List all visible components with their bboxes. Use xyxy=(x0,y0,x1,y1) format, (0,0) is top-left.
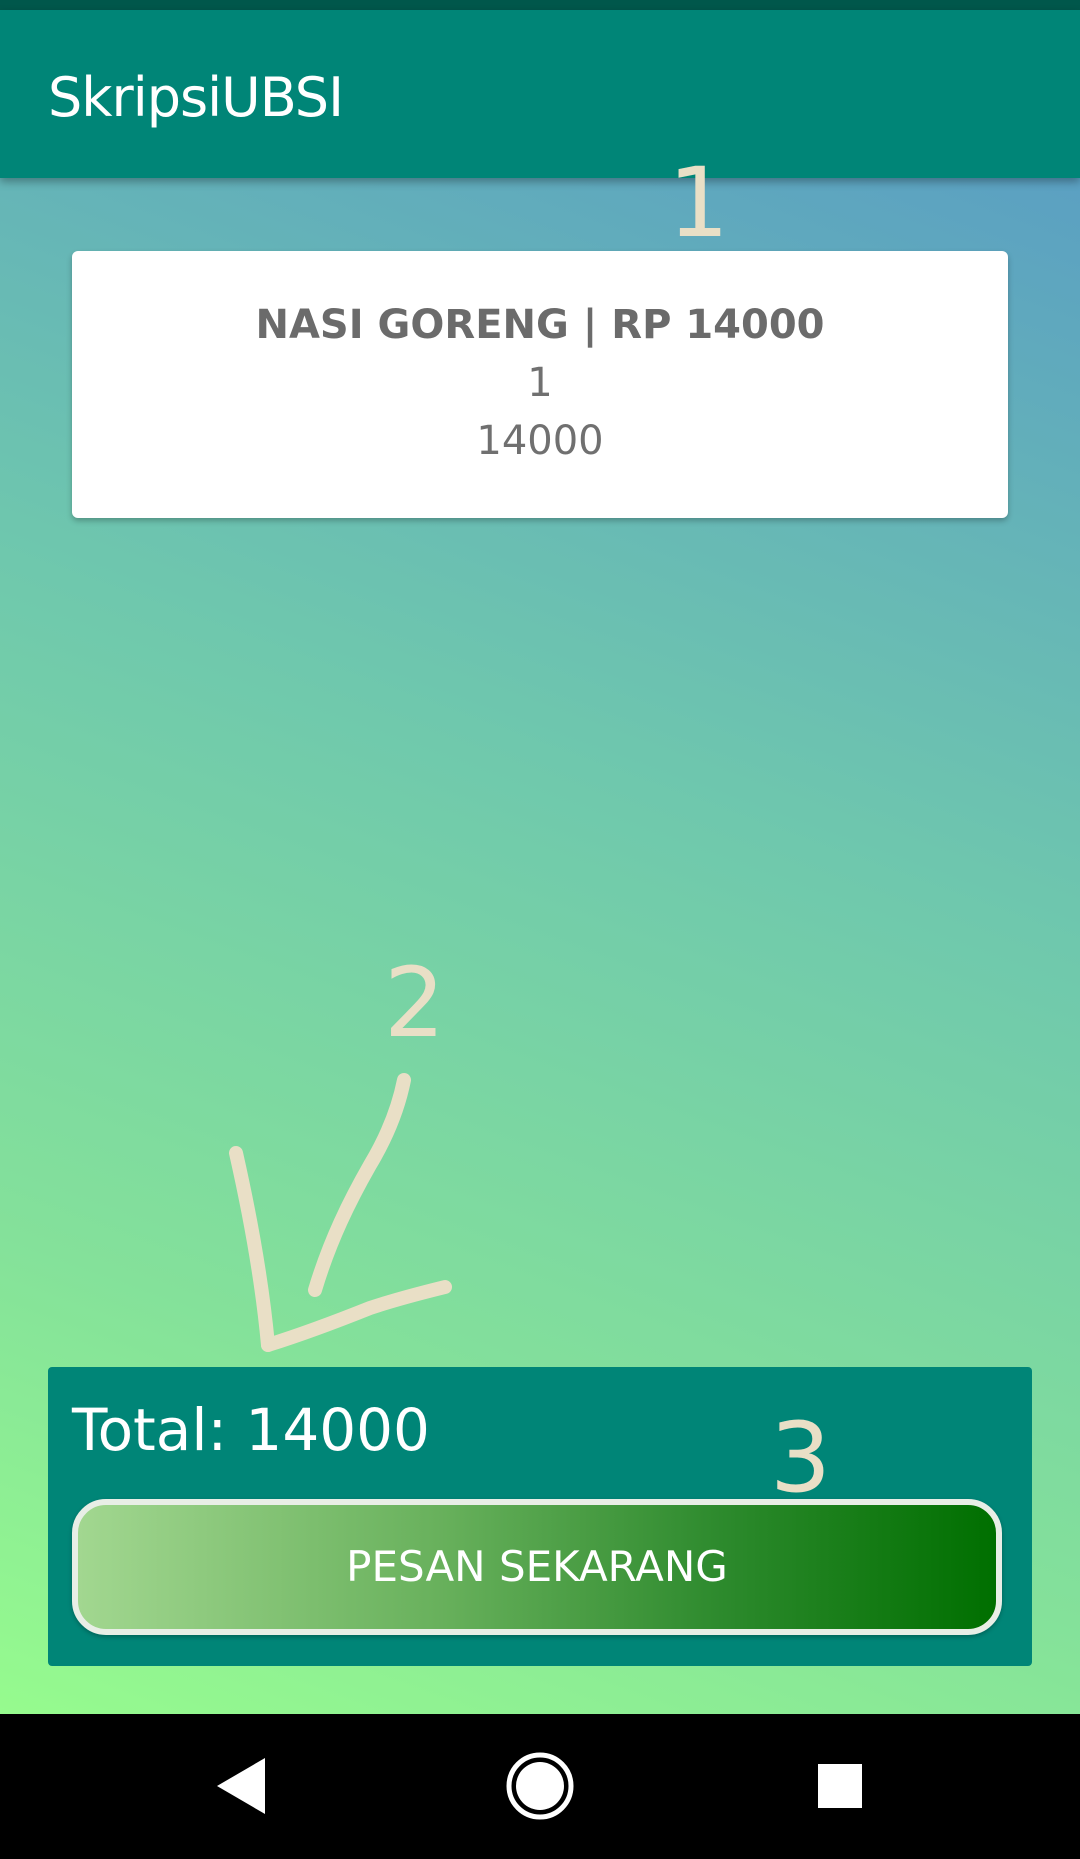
phone-screen: SkripsiUBSI NASI GORENG | RP 14000 1 140… xyxy=(0,0,1080,1859)
item-name: NASI GORENG | RP 14000 xyxy=(255,302,825,348)
app-title: SkripsiUBSI xyxy=(48,66,344,129)
recents-icon[interactable] xyxy=(770,1714,910,1859)
back-icon[interactable] xyxy=(172,1714,312,1859)
system-navigation-bar xyxy=(0,1714,1080,1859)
main-content: NASI GORENG | RP 14000 1 14000 Total: 14… xyxy=(0,178,1080,1714)
annotation-number-1: 1 xyxy=(668,147,730,259)
annotation-number-3: 3 xyxy=(770,1402,832,1514)
annotation-number-2: 2 xyxy=(384,947,446,1059)
total-label: Total: 14000 xyxy=(72,1396,430,1464)
item-subtotal: 14000 xyxy=(476,418,604,464)
order-item-card[interactable]: NASI GORENG | RP 14000 1 14000 xyxy=(72,251,1008,518)
item-quantity: 1 xyxy=(527,360,553,406)
checkout-panel: Total: 14000 PESAN SEKARANG xyxy=(48,1367,1032,1666)
app-bar: SkripsiUBSI xyxy=(0,10,1080,178)
order-now-button[interactable]: PESAN SEKARANG xyxy=(72,1499,1002,1635)
status-bar xyxy=(0,0,1080,10)
home-icon[interactable] xyxy=(470,1714,610,1859)
